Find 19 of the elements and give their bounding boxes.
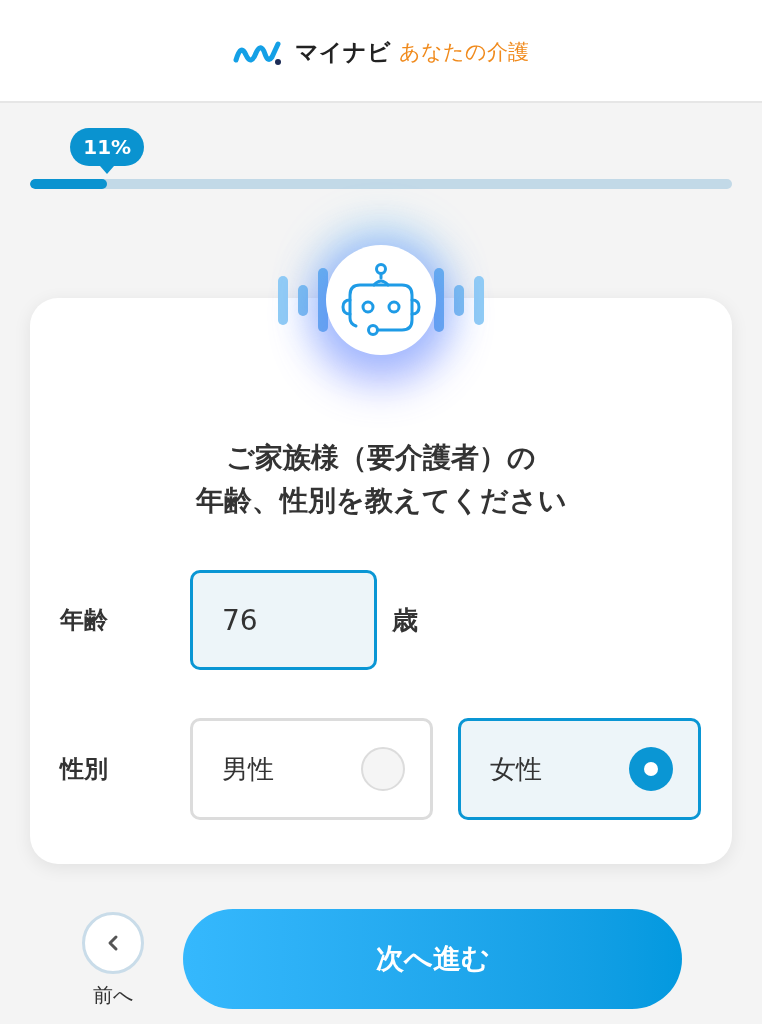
field-label: 年齢	[60, 605, 109, 636]
age-input[interactable]: 76	[190, 570, 377, 670]
sound-bar-icon	[474, 275, 484, 325]
back-label: 前へ	[93, 983, 133, 1007]
gender-option[interactable]: 女性	[458, 718, 701, 820]
unit-label: 歳	[392, 603, 418, 637]
logo-service-text: あなたの介護	[399, 42, 529, 63]
sound-bar-icon	[434, 268, 444, 332]
sound-bar-icon	[318, 268, 328, 332]
wave-logo-icon	[233, 38, 283, 67]
sound-bar-icon	[454, 284, 464, 316]
radio-icon	[629, 747, 673, 791]
field-label: 性別	[60, 754, 109, 785]
sound-bar-icon	[298, 284, 308, 316]
radio-icon	[361, 747, 405, 791]
sound-bar-icon	[278, 275, 288, 325]
gender-option[interactable]: 男性	[190, 718, 433, 820]
question-title: ご家族様（要介護者）の 年齢、性別を教えてください	[194, 440, 568, 519]
logo-brand-text: マイナビ	[295, 41, 391, 64]
